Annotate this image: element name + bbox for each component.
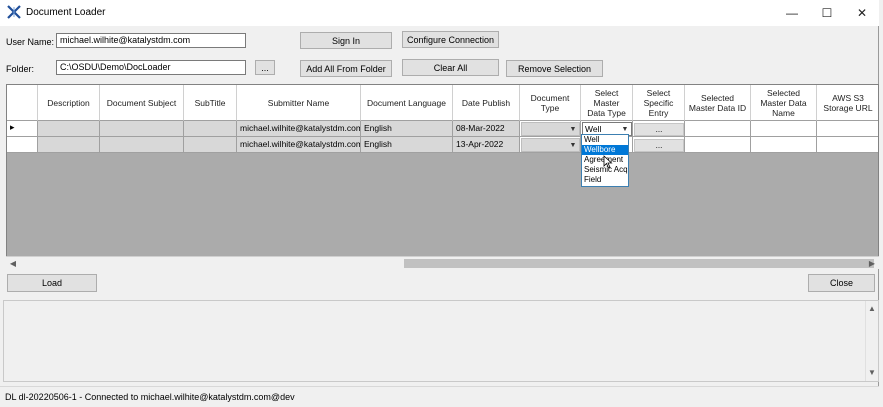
column-header[interactable]: Selected Master Data ID	[685, 85, 751, 121]
close-button[interactable]: Close	[808, 274, 875, 292]
dropdown-option-selected[interactable]: Wellbore	[582, 145, 628, 155]
title-bar: Document Loader — ☐ ✕	[0, 0, 879, 26]
table-cell[interactable]	[38, 121, 100, 137]
document-type-dropdown[interactable]: ▼	[521, 138, 580, 152]
clear-all-button[interactable]: Clear All	[402, 59, 499, 76]
column-header[interactable]: Submitter Name	[237, 85, 361, 121]
language-cell[interactable]: English	[361, 137, 453, 153]
browse-folder-button[interactable]: ...	[255, 60, 275, 75]
master-data-name-cell[interactable]	[751, 121, 817, 137]
user-name-input[interactable]: michael.wilhite@katalystdm.com	[56, 33, 246, 48]
remove-selection-button[interactable]: Remove Selection	[506, 60, 603, 77]
column-header[interactable]: AWS S3 Storage URL	[817, 85, 878, 121]
documents-grid[interactable]: Description Document Subject SubTitle Su…	[6, 84, 879, 269]
row-header-corner	[7, 85, 38, 121]
column-header[interactable]: Document Language	[361, 85, 453, 121]
document-loader-icon	[7, 5, 21, 19]
s3-url-cell[interactable]	[817, 121, 878, 137]
master-data-id-cell[interactable]	[685, 137, 751, 153]
table-cell[interactable]	[38, 137, 100, 153]
sign-in-button[interactable]: Sign In	[300, 32, 392, 49]
submitter-cell[interactable]: michael.wilhite@katalystdm.com	[237, 137, 361, 153]
document-loader-window: Document Loader — ☐ ✕ User Name: michael…	[0, 0, 879, 407]
submitter-cell[interactable]: michael.wilhite@katalystdm.com	[237, 121, 361, 137]
master-data-id-cell[interactable]	[685, 121, 751, 137]
date-cell[interactable]: 13-Apr-2022	[453, 137, 520, 153]
scroll-down-icon[interactable]: ▼	[867, 367, 877, 378]
scroll-right-icon[interactable]: ▶	[867, 258, 877, 269]
table-cell[interactable]	[100, 137, 184, 153]
window-title: Document Loader	[26, 7, 106, 18]
row-header[interactable]	[7, 137, 38, 153]
status-bar: DL dl-20220506-1 - Connected to michael.…	[0, 386, 879, 407]
s3-url-cell[interactable]	[817, 137, 878, 153]
column-header[interactable]: Select Specific Entry	[633, 85, 685, 121]
current-row-marker-icon: ▸	[10, 122, 15, 132]
load-button[interactable]: Load	[7, 274, 97, 292]
chevron-down-icon: ▼	[569, 141, 577, 149]
close-icon[interactable]: ✕	[845, 0, 879, 26]
chevron-down-icon: ▼	[569, 125, 577, 133]
minimize-icon[interactable]: —	[775, 0, 809, 26]
user-name-label: User Name:	[6, 37, 55, 47]
column-header[interactable]: SubTitle	[184, 85, 237, 121]
scrollbar-thumb[interactable]	[404, 259, 874, 268]
date-cell[interactable]: 08-Mar-2022	[453, 121, 520, 137]
folder-label: Folder:	[6, 64, 35, 74]
document-type-dropdown[interactable]: ▼	[521, 122, 580, 136]
grid-horizontal-scrollbar[interactable]: ◀ ▶	[6, 256, 879, 269]
scroll-left-icon[interactable]: ◀	[8, 258, 18, 269]
column-header[interactable]: Select Master Data Type	[581, 85, 633, 121]
folder-input[interactable]: C:\OSDU\Demo\DocLoader	[56, 60, 246, 75]
column-header[interactable]: Document Subject	[100, 85, 184, 121]
select-entry-button[interactable]: ...	[634, 123, 684, 136]
configure-connection-button[interactable]: Configure Connection	[402, 31, 499, 48]
table-cell[interactable]	[100, 121, 184, 137]
add-all-from-folder-button[interactable]: Add All From Folder	[300, 60, 392, 77]
mouse-pointer-icon	[603, 155, 613, 169]
table-cell[interactable]	[184, 137, 237, 153]
row-header[interactable]: ▸	[7, 121, 38, 137]
maximize-icon[interactable]: ☐	[810, 0, 844, 26]
select-entry-button[interactable]: ...	[634, 139, 684, 152]
column-header[interactable]: Document Type	[520, 85, 581, 121]
column-header[interactable]: Date Publish	[453, 85, 520, 121]
dropdown-option[interactable]: Field	[582, 175, 628, 185]
column-header[interactable]: Selected Master Data Name	[751, 85, 817, 121]
log-output[interactable]: ▲ ▼	[3, 300, 879, 382]
scroll-up-icon[interactable]: ▲	[867, 303, 877, 314]
master-data-type-value: Well	[585, 124, 602, 134]
master-data-name-cell[interactable]	[751, 137, 817, 153]
column-header[interactable]: Description	[38, 85, 100, 121]
log-vertical-scrollbar[interactable]: ▲ ▼	[865, 301, 878, 381]
language-cell[interactable]: English	[361, 121, 453, 137]
table-cell[interactable]	[184, 121, 237, 137]
dropdown-option[interactable]: Well	[582, 135, 628, 145]
